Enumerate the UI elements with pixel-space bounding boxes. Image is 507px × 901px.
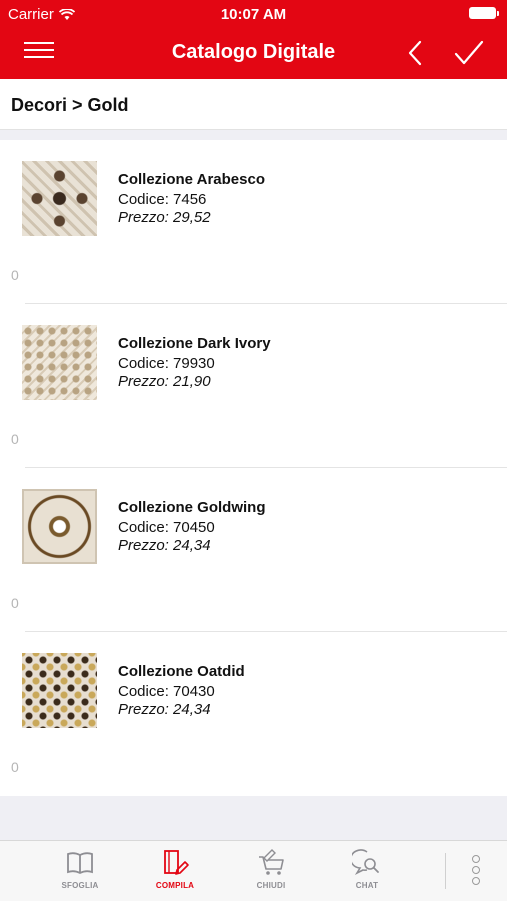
product-price: Prezzo: 24,34 [118,701,211,718]
tab-label: COMPILA [155,881,195,890]
product-code: Codice: 7456 [118,191,207,208]
section-gap [0,130,507,140]
product-price: Prezzo: 29,52 [118,209,211,226]
more-options-icon[interactable] [469,855,483,889]
tab-chat[interactable]: CHAT [332,849,402,890]
list-item[interactable]: Collezione Arabesco Codice: 7456 Prezzo:… [0,140,507,304]
product-code: Codice: 70450 [118,519,215,536]
nav-bar: Catalogo Digitale [0,28,507,79]
product-quantity[interactable]: 0 [11,267,19,283]
tab-label: SFOGLIA [61,881,99,890]
tab-chiudi[interactable]: CHIUDI [236,849,306,890]
book-icon [67,852,93,875]
product-name: Collezione Dark Ivory [118,335,271,352]
product-code: Codice: 70430 [118,683,215,700]
list-footer [0,796,507,840]
product-quantity[interactable]: 0 [11,431,19,447]
list-item[interactable]: Collezione Dark Ivory Codice: 79930 Prez… [0,304,507,468]
product-price: Prezzo: 24,34 [118,537,211,554]
product-list: Collezione Arabesco Codice: 7456 Prezzo:… [0,140,507,796]
product-thumbnail [22,489,97,564]
tab-bar: SFOGLIA COMPILA CHIUDI CHAT [0,840,507,901]
status-time: 10:07 AM [220,6,287,23]
page-title: Catalogo Digitale [171,41,336,63]
cart-edit-icon [259,849,284,875]
product-name: Collezione Oatdid [118,663,245,680]
product-thumbnail [22,161,97,236]
tab-label: CHAT [355,881,379,890]
back-chevron-icon[interactable] [400,36,430,70]
product-thumbnail [22,325,97,400]
tab-compila[interactable]: COMPILA [140,849,210,890]
status-bar: Carrier 10:07 AM [0,0,507,28]
tab-label: CHIUDI [256,881,286,890]
breadcrumb: Decori > Gold [0,79,507,130]
list-item[interactable]: Collezione Goldwing Codice: 70450 Prezzo… [0,468,507,632]
checkmark-icon[interactable] [452,36,486,70]
edit-document-icon [164,850,189,875]
product-name: Collezione Goldwing [118,499,266,516]
product-quantity[interactable]: 0 [11,759,19,775]
chat-search-icon [352,849,379,875]
product-name: Collezione Arabesco [118,171,265,188]
tab-sfoglia[interactable]: SFOGLIA [45,849,115,890]
product-price: Prezzo: 21,90 [118,373,211,390]
product-quantity[interactable]: 0 [11,595,19,611]
tab-divider [445,853,446,889]
product-thumbnail [22,653,97,728]
list-item[interactable]: Collezione Oatdid Codice: 70430 Prezzo: … [0,632,507,796]
breadcrumb-text: Decori > Gold [11,95,129,115]
product-code: Codice: 79930 [118,355,215,372]
battery-icon [469,7,499,19]
